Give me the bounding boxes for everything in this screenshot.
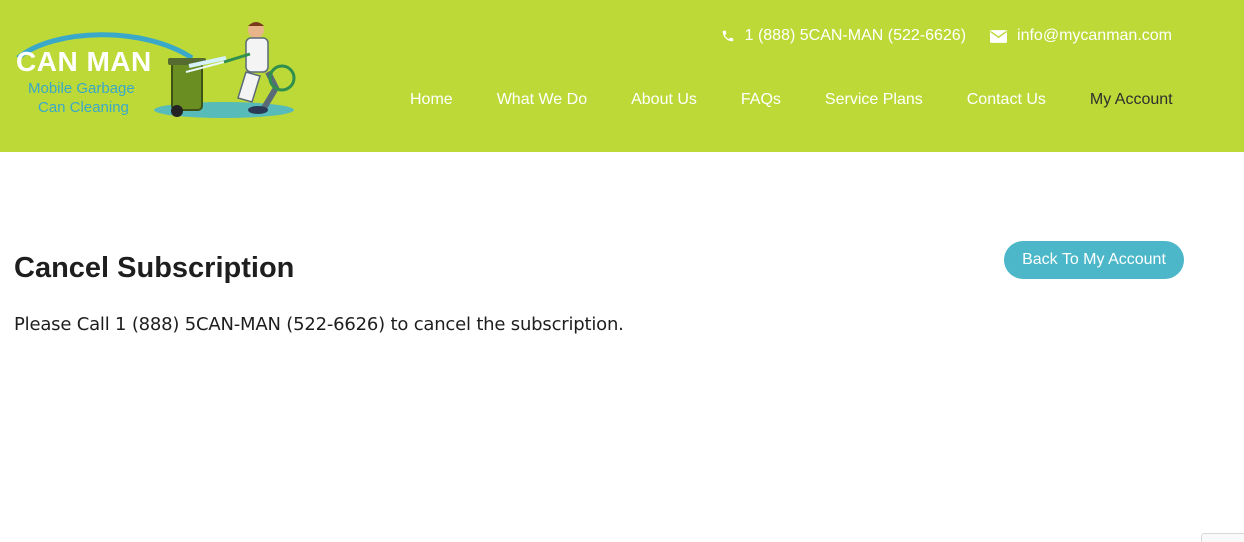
logo[interactable]: CAN MAN Mobile Garbage Can Cleaning [14,18,296,122]
recaptcha-badge[interactable] [1201,533,1244,542]
main-nav: Home What We Do About Us FAQs Service Pl… [388,91,1195,109]
nav-item-home[interactable]: Home [388,91,475,109]
nav-item-contact-us[interactable]: Contact Us [945,91,1068,109]
phone-icon [722,30,733,42]
site-header: CAN MAN Mobile Garbage Can Cleaning 1 (8… [0,0,1244,152]
logo-title: CAN MAN [16,46,152,77]
envelope-icon [990,29,1008,43]
cancel-message: Please Call 1 (888) 5CAN-MAN (522-6626) … [14,314,624,335]
phone-link[interactable]: 1 (888) 5CAN-MAN (522-6626) [721,27,966,45]
phone-number: 1 (888) 5CAN-MAN (522-6626) [744,27,967,44]
nav-item-about-us[interactable]: About Us [609,91,719,109]
email-link[interactable]: info@mycanman.com [990,27,1172,45]
nav-item-faqs[interactable]: FAQs [719,91,803,109]
logo-subtitle-line2: Can Cleaning [38,99,129,116]
email-address: info@mycanman.com [1017,27,1172,44]
back-to-my-account-button[interactable]: Back To My Account [1004,241,1184,279]
page-title: Cancel Subscription [14,252,295,284]
main-content: Cancel Subscription Back To My Account P… [0,152,1244,542]
nav-item-service-plans[interactable]: Service Plans [803,91,945,109]
nav-item-what-we-do[interactable]: What We Do [475,91,609,109]
logo-subtitle-line1: Mobile Garbage [28,80,135,97]
contact-bar: 1 (888) 5CAN-MAN (522-6626) info@mycanma… [697,27,1172,45]
nav-item-my-account[interactable]: My Account [1068,91,1195,109]
